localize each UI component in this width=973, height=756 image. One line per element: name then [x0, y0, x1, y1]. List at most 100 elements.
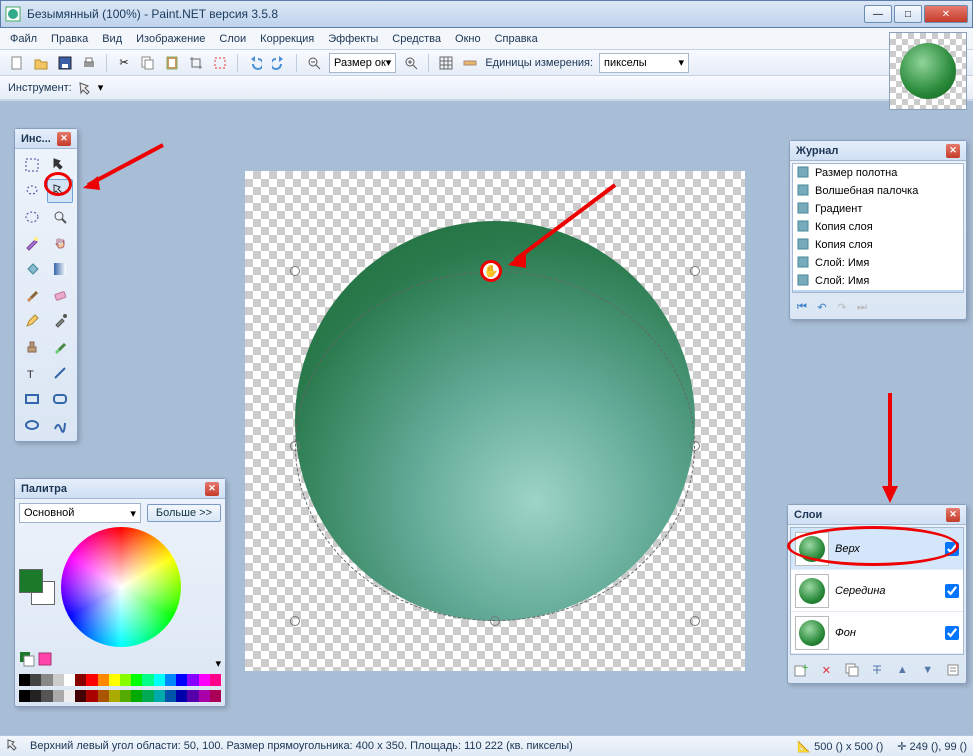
deselect-icon[interactable]: [211, 54, 229, 72]
menu-edit[interactable]: Правка: [51, 33, 88, 45]
palette-mode-select[interactable]: Основной▾: [19, 503, 141, 523]
canvas[interactable]: [245, 171, 745, 671]
selection-ellipse[interactable]: [295, 271, 695, 621]
tool-lasso[interactable]: [19, 179, 45, 203]
history-list[interactable]: Размер полотнаВолшебная палочкаГрадиентК…: [792, 163, 964, 293]
history-item[interactable]: Волшебная палочка: [793, 182, 963, 200]
tool-recolor[interactable]: [47, 335, 73, 359]
layer-props-icon[interactable]: [944, 661, 962, 679]
units-select[interactable]: пикселы▾: [599, 53, 689, 73]
zoom-out-icon[interactable]: [305, 54, 323, 72]
layer-row[interactable]: Фон: [791, 612, 963, 654]
layers-panel-close[interactable]: ✕: [946, 508, 960, 522]
selection-handle[interactable]: [690, 441, 700, 451]
layer-add-icon[interactable]: +: [792, 661, 810, 679]
crop-icon[interactable]: [187, 54, 205, 72]
selection-handle[interactable]: [690, 266, 700, 276]
tool-picker[interactable]: [47, 309, 73, 333]
tool-gradient[interactable]: [47, 257, 73, 281]
zoom-select[interactable]: Размер ок ▾: [329, 53, 396, 73]
tool-wand[interactable]: [19, 231, 45, 255]
layer-visible-checkbox[interactable]: [945, 542, 959, 556]
image-thumbnail[interactable]: [889, 32, 967, 110]
open-icon[interactable]: [32, 54, 50, 72]
palette-swap-icon[interactable]: [37, 651, 53, 670]
history-item[interactable]: Размер полотна: [793, 164, 963, 182]
menu-effects[interactable]: Эффекты: [328, 33, 378, 45]
layer-visible-checkbox[interactable]: [945, 626, 959, 640]
palette-reset-icon[interactable]: [19, 651, 35, 670]
grid-icon[interactable]: [437, 54, 455, 72]
cut-icon[interactable]: ✂: [115, 54, 133, 72]
tool-ellipse-select[interactable]: [19, 205, 45, 229]
tool-pencil[interactable]: [19, 309, 45, 333]
zoom-in-icon[interactable]: [402, 54, 420, 72]
selection-handle[interactable]: [690, 616, 700, 626]
tool-clone[interactable]: [19, 335, 45, 359]
tool-eraser[interactable]: [47, 283, 73, 307]
tool-roundrect[interactable]: [47, 387, 73, 411]
color-swatches[interactable]: [19, 569, 55, 605]
menu-help[interactable]: Справка: [495, 33, 538, 45]
maximize-button[interactable]: □: [894, 5, 922, 23]
tool-brush[interactable]: [19, 283, 45, 307]
current-tool-icon[interactable]: [76, 79, 94, 97]
minimize-button[interactable]: —: [864, 5, 892, 23]
palette-menu-icon[interactable]: ▾: [215, 657, 221, 670]
undo-icon[interactable]: [246, 54, 264, 72]
history-last-icon[interactable]: ⏭: [854, 299, 870, 315]
menu-tools[interactable]: Средства: [392, 33, 441, 45]
layer-duplicate-icon[interactable]: [843, 661, 861, 679]
history-item[interactable]: Градиент: [793, 200, 963, 218]
history-panel-close[interactable]: ✕: [946, 144, 960, 158]
tool-move-selection[interactable]: [47, 179, 73, 203]
paste-icon[interactable]: [163, 54, 181, 72]
selection-handle[interactable]: [490, 616, 500, 626]
tool-zoom[interactable]: [47, 205, 73, 229]
tool-dropdown[interactable]: ▾: [98, 81, 104, 94]
selection-handle[interactable]: [290, 441, 300, 451]
tool-move-selected[interactable]: [47, 153, 73, 177]
menu-layers[interactable]: Слои: [219, 33, 246, 45]
tool-pan[interactable]: [47, 231, 73, 255]
history-item[interactable]: Слой: Имя: [793, 254, 963, 272]
color-strip-2[interactable]: [19, 690, 221, 702]
print-icon[interactable]: [80, 54, 98, 72]
tool-freeform[interactable]: [47, 413, 73, 437]
layer-row[interactable]: Середина: [791, 570, 963, 612]
history-undo-icon[interactable]: ↶: [814, 299, 830, 315]
history-item[interactable]: Изменение размера о...▾: [793, 290, 963, 293]
history-redo-icon[interactable]: ↷: [834, 299, 850, 315]
history-item[interactable]: Копия слоя: [793, 218, 963, 236]
history-item[interactable]: Слой: Имя: [793, 272, 963, 290]
color-strip[interactable]: [19, 674, 221, 686]
chevron-down-icon[interactable]: ▾: [953, 293, 959, 294]
color-wheel[interactable]: [61, 527, 181, 647]
menu-window[interactable]: Окно: [455, 33, 481, 45]
close-button[interactable]: ✕: [924, 5, 968, 23]
selection-handle[interactable]: [290, 616, 300, 626]
copy-icon[interactable]: [139, 54, 157, 72]
layer-delete-icon[interactable]: ✕: [817, 661, 835, 679]
history-item[interactable]: Копия слоя: [793, 236, 963, 254]
layer-merge-icon[interactable]: [868, 661, 886, 679]
tool-ellipse[interactable]: [19, 413, 45, 437]
save-icon[interactable]: [56, 54, 74, 72]
menu-file[interactable]: Файл: [10, 33, 37, 45]
menu-adjust[interactable]: Коррекция: [260, 33, 314, 45]
ruler-icon[interactable]: [461, 54, 479, 72]
redo-icon[interactable]: [270, 54, 288, 72]
tools-panel-close[interactable]: ✕: [57, 132, 71, 146]
new-icon[interactable]: [8, 54, 26, 72]
tool-line[interactable]: [47, 361, 73, 385]
palette-more-button[interactable]: Больше >>: [147, 504, 221, 522]
tool-rect-select[interactable]: [19, 153, 45, 177]
layer-down-icon[interactable]: ▼: [919, 661, 937, 679]
menu-image[interactable]: Изображение: [136, 33, 205, 45]
layer-row[interactable]: Верх: [791, 528, 963, 570]
tool-text[interactable]: T: [19, 361, 45, 385]
layer-visible-checkbox[interactable]: [945, 584, 959, 598]
history-first-icon[interactable]: ⏮: [794, 299, 810, 315]
selection-handle[interactable]: [290, 266, 300, 276]
layer-up-icon[interactable]: ▲: [893, 661, 911, 679]
